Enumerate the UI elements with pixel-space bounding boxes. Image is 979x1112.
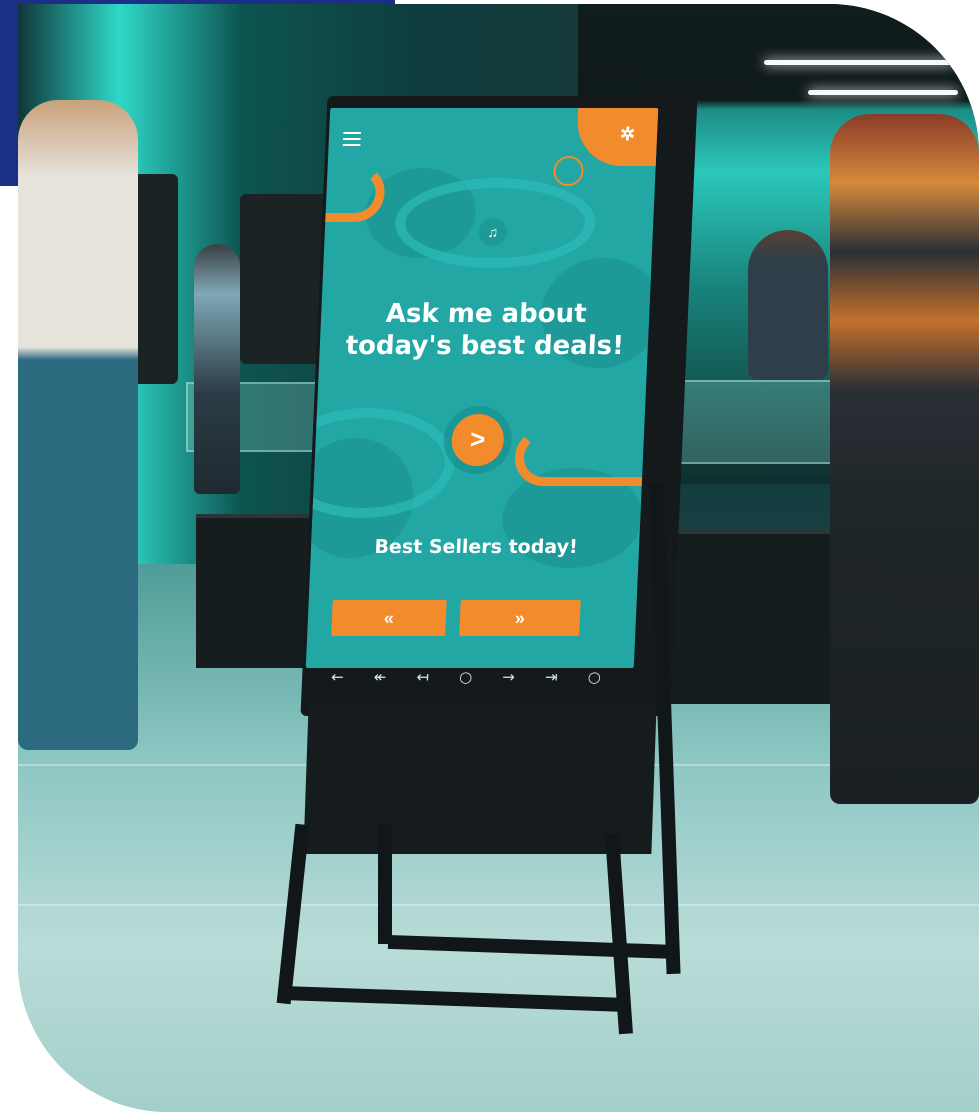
shopper-woman xyxy=(18,100,138,750)
decorative-orange-corner xyxy=(575,108,659,166)
shopper-man-walking xyxy=(830,114,979,804)
softkey-circle-icon[interactable]: ○ xyxy=(587,668,601,686)
kiosk-lower-panel xyxy=(303,704,657,854)
softkey-back-alt-icon[interactable]: ↞ xyxy=(373,668,386,686)
bg-squiggle xyxy=(305,408,458,518)
previous-button[interactable]: « xyxy=(331,600,447,636)
display-counter xyxy=(658,530,838,704)
softkey-forward-bar-icon[interactable]: ⇥ xyxy=(545,668,558,686)
next-button[interactable]: » xyxy=(459,600,581,636)
kiosk-softkey-bar: ← ↞ ↤ ○ → ⇥ ○ xyxy=(315,660,616,694)
settings-icon[interactable]: ✲ xyxy=(620,124,636,145)
ceiling-light xyxy=(808,90,958,95)
softkey-back-bar-icon[interactable]: ↤ xyxy=(416,668,429,686)
softkey-forward-icon[interactable]: → xyxy=(502,668,515,686)
start-assistant-button[interactable]: > xyxy=(450,414,505,466)
hamburger-menu-icon[interactable] xyxy=(342,132,362,146)
ceiling-light xyxy=(764,60,954,65)
kiosk-subheadline: Best Sellers today! xyxy=(373,536,579,558)
kiosk-headline: Ask me about today's best deals! xyxy=(345,299,625,361)
decorative-orange-stroke xyxy=(513,428,659,486)
softkey-home-icon[interactable]: ○ xyxy=(459,668,473,686)
kiosk-screen: ✲ ♫ Ask me about today's best deals! > B… xyxy=(305,108,659,668)
shopper-background xyxy=(194,244,240,494)
shopper-man xyxy=(748,230,828,380)
floor-line xyxy=(18,904,979,906)
kiosk-leg xyxy=(378,824,392,944)
decorative-ring xyxy=(552,156,585,186)
softkey-back-icon[interactable]: ← xyxy=(331,668,344,686)
